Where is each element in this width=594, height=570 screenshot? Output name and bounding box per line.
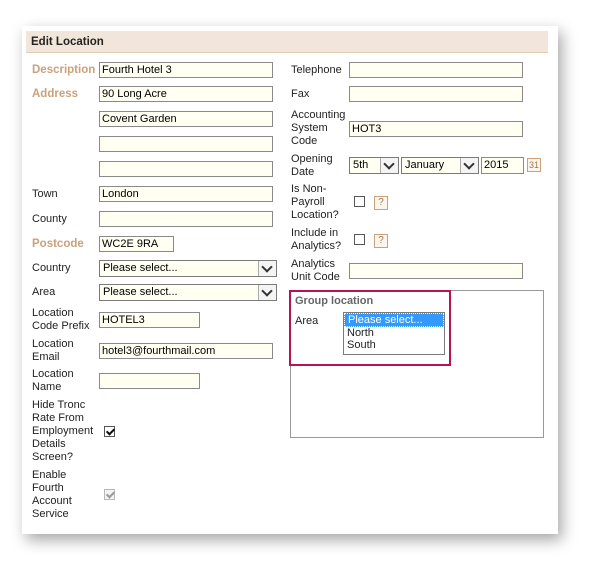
description-input[interactable]: Fourth Hotel 3 <box>99 62 273 78</box>
hide-tronc-checkbox[interactable] <box>104 426 115 437</box>
county-label: County <box>32 213 67 225</box>
county-input[interactable] <box>99 211 273 227</box>
nonpayroll-label-3: Location? <box>291 209 339 221</box>
analytics-unit-code-input[interactable] <box>349 263 523 279</box>
chevron-down-icon <box>258 261 276 276</box>
area-select[interactable]: Please select... <box>99 284 277 301</box>
chevron-down-icon <box>258 285 276 300</box>
accounting-system-code-input[interactable]: HOT3 <box>349 121 523 137</box>
location-name-input[interactable] <box>99 373 200 389</box>
address-label: Address <box>32 88 79 100</box>
tronc-label-1: Hide Tronc <box>32 399 86 411</box>
unitcode-label-1: Analytics <box>291 258 336 270</box>
tronc-label-3: Employment <box>32 425 94 437</box>
country-select-value: Please select... <box>103 262 178 274</box>
fas-label-3: Account <box>32 495 72 507</box>
location-email-input[interactable]: hotel3@fourthmail.com <box>99 343 273 359</box>
analytics-label-2: Analytics? <box>291 240 342 252</box>
prefix-label-1: Location <box>32 307 74 319</box>
address-line1-input[interactable]: 90 Long Acre <box>99 86 273 102</box>
description-label: Description <box>32 64 96 76</box>
non-payroll-checkbox[interactable] <box>354 196 365 207</box>
include-analytics-checkbox[interactable] <box>354 234 365 245</box>
fas-label-2: Fourth <box>32 482 64 494</box>
email-label-2: Email <box>32 351 60 363</box>
address-line2-input[interactable]: Covent Garden <box>99 111 273 127</box>
opening-year-input[interactable]: 2015 <box>481 157 524 174</box>
acs-label-2: System <box>291 122 328 134</box>
acs-label-3: Code <box>291 135 318 147</box>
analytics-label-1: Include in <box>291 227 339 239</box>
name-label-1: Location <box>32 368 74 380</box>
telephone-label: Telephone <box>291 64 342 76</box>
fas-label-4: Service <box>32 508 69 520</box>
acs-label-1: Accounting <box>291 109 346 121</box>
address-line4-input[interactable] <box>99 161 273 177</box>
area-label: Area <box>32 286 56 298</box>
fas-label-1: Enable <box>32 469 67 481</box>
location-code-prefix-input[interactable]: HOTEL3 <box>99 312 200 328</box>
chevron-down-icon <box>380 158 398 173</box>
fax-label: Fax <box>291 88 310 100</box>
opening-month-select[interactable]: January <box>401 157 479 174</box>
fax-input[interactable] <box>349 86 523 102</box>
prefix-label-2: Code Prefix <box>32 320 90 332</box>
telephone-input[interactable] <box>349 62 523 78</box>
opening-day-value: 5th <box>353 159 369 171</box>
tronc-label-5: Screen? <box>32 451 73 463</box>
tronc-label-4: Details <box>32 438 66 450</box>
highlight-annotation <box>289 290 451 366</box>
opening-month-value: January <box>405 159 445 171</box>
tronc-label-2: Rate From <box>32 412 84 424</box>
opening-label-2: Date <box>291 166 315 178</box>
enable-fas-checkbox[interactable] <box>104 489 115 500</box>
town-label: Town <box>32 188 58 200</box>
calendar-icon[interactable]: 31 <box>527 158 541 172</box>
email-label-1: Location <box>32 338 74 350</box>
country-label: Country <box>32 262 71 274</box>
nonpayroll-label-2: Payroll <box>291 196 325 208</box>
opening-label-1: Opening <box>291 153 333 165</box>
postcode-input[interactable]: WC2E 9RA <box>99 236 174 252</box>
panel-title: Edit Location <box>26 31 548 53</box>
postcode-label: Postcode <box>32 238 84 250</box>
help-icon[interactable]: ? <box>374 234 388 248</box>
name-label-2: Name <box>32 381 62 393</box>
chevron-down-icon <box>460 158 478 173</box>
edit-location-panel: Edit Location Description Fourth Hotel 3… <box>22 26 552 526</box>
area-select-value: Please select... <box>103 286 178 298</box>
opening-day-select[interactable]: 5th <box>349 157 399 174</box>
address-line3-input[interactable] <box>99 136 273 152</box>
nonpayroll-label-1: Is Non- <box>291 183 327 195</box>
town-input[interactable]: London <box>99 186 273 202</box>
unitcode-label-2: Unit Code <box>291 271 340 283</box>
country-select[interactable]: Please select... <box>99 260 277 277</box>
help-icon[interactable]: ? <box>374 196 388 210</box>
